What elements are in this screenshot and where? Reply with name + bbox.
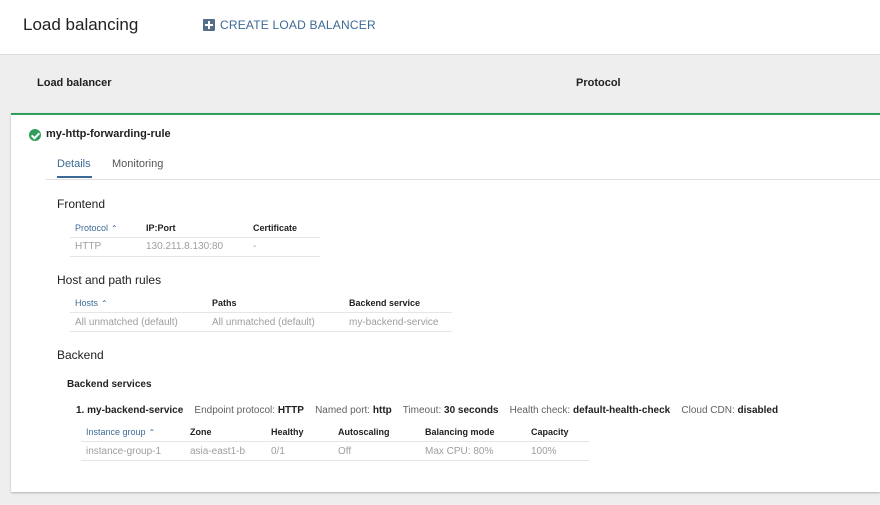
hosts-header-label: Hosts xyxy=(75,298,99,308)
healthy-header: Healthy xyxy=(271,427,304,437)
paths-cell: All unmatched (default) xyxy=(212,317,315,328)
instance-group-cell: instance-group-1 xyxy=(86,446,162,457)
backend-service-header: Backend service xyxy=(349,298,421,308)
backend-row-bottom xyxy=(81,460,589,461)
sort-up-icon: ⌃ xyxy=(148,428,156,437)
host-path-row-bottom xyxy=(70,331,452,332)
list-header xyxy=(0,55,880,112)
frontend-header-protocol[interactable]: Protocol ⌃ xyxy=(75,223,118,233)
backend-title: Backend xyxy=(57,348,104,362)
tab-divider xyxy=(46,179,880,180)
column-header-protocol[interactable]: Protocol xyxy=(576,77,621,89)
hosts-cell: All unmatched (default) xyxy=(75,317,178,328)
backend-row-divider xyxy=(81,441,589,442)
sort-up-icon: ⌃ xyxy=(101,299,108,308)
frontend-row-divider xyxy=(70,237,320,238)
zone-header: Zone xyxy=(190,427,212,437)
cloud-cdn-value: disabled xyxy=(737,405,779,416)
timeout-label: Timeout: xyxy=(402,405,442,416)
column-header-load-balancer[interactable]: Load balancer xyxy=(37,77,112,89)
tab-details[interactable]: Details xyxy=(57,158,91,170)
add-icon xyxy=(203,19,215,31)
sort-up-icon: ⌃ xyxy=(111,224,118,233)
forwarding-rule-name[interactable]: my-http-forwarding-rule xyxy=(46,128,171,140)
instance-group-header-label: Instance group xyxy=(86,427,146,437)
instance-group-header[interactable]: Instance group ⌃ xyxy=(86,427,155,437)
page-title: Load balancing xyxy=(23,15,139,34)
frontend-cell-ipport: 130.211.8.130:80 xyxy=(146,241,224,252)
frontend-row-bottom xyxy=(70,256,320,257)
paths-header: Paths xyxy=(212,298,237,308)
active-tab-indicator xyxy=(57,176,92,178)
frontend-cell-certificate: - xyxy=(253,241,257,252)
create-load-balancer-button[interactable]: CREATE LOAD BALANCER xyxy=(203,18,376,32)
service-index: 1. xyxy=(76,405,85,416)
timeout-value: 30 seconds xyxy=(444,405,499,416)
health-check-value: default-health-check xyxy=(573,405,671,416)
frontend-title: Frontend xyxy=(57,197,106,211)
autoscaling-header: Autoscaling xyxy=(338,427,390,437)
healthy-cell: 0/1 xyxy=(271,446,285,457)
host-path-title: Host and path rules xyxy=(57,273,162,287)
check-circle-icon xyxy=(29,129,41,141)
balancing-mode-cell: Max CPU: 80% xyxy=(425,446,494,457)
capacity-header: Capacity xyxy=(531,427,569,437)
balancing-mode-header: Balancing mode xyxy=(425,427,495,437)
frontend-header-certificate: Certificate xyxy=(253,223,298,233)
health-check-label: Health check: xyxy=(509,405,571,416)
top-bar: Load balancing CREATE LOAD BALANCER xyxy=(0,0,880,55)
tab-monitoring[interactable]: Monitoring xyxy=(112,158,163,170)
backend-service-summary: 1. my-backend-service Endpoint protocol:… xyxy=(76,405,778,416)
service-name: my-backend-service xyxy=(87,405,184,416)
named-port-label: Named port: xyxy=(315,405,371,416)
hosts-header[interactable]: Hosts ⌃ xyxy=(75,298,108,308)
zone-cell: asia-east1-b xyxy=(190,446,246,457)
host-path-row-divider xyxy=(70,312,452,313)
frontend-header-protocol-label: Protocol xyxy=(75,223,109,233)
endpoint-protocol-value: HTTP xyxy=(277,405,304,416)
backend-services-title: Backend services xyxy=(67,379,152,390)
frontend-header-ipport: IP:Port xyxy=(146,223,176,233)
named-port-value: http xyxy=(372,405,392,416)
capacity-cell: 100% xyxy=(531,446,557,457)
endpoint-protocol-label: Endpoint protocol: xyxy=(194,405,276,416)
frontend-cell-protocol: HTTP xyxy=(75,241,102,252)
create-load-balancer-label: CREATE LOAD BALANCER xyxy=(220,18,376,32)
cloud-cdn-label: Cloud CDN: xyxy=(681,405,735,416)
autoscaling-cell: Off xyxy=(338,446,352,457)
backend-service-cell: my-backend-service xyxy=(349,317,439,328)
